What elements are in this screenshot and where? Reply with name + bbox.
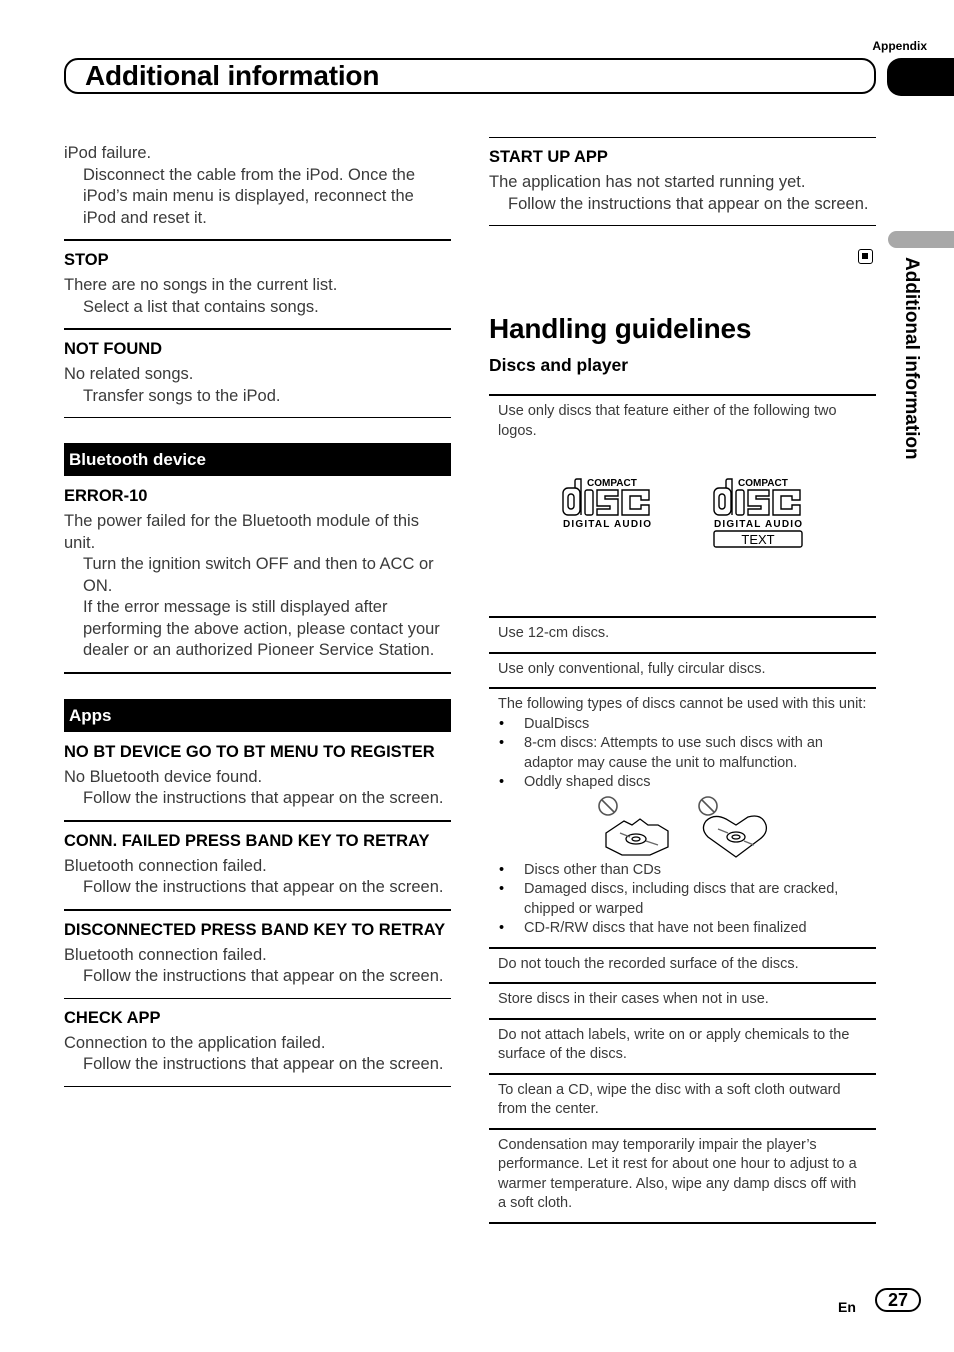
- list-item: Oddly shaped discs: [498, 773, 867, 793]
- entry-description: No Bluetooth device found.: [64, 767, 263, 786]
- handling-guidelines: Handling guidelines Discs and player: [489, 313, 876, 376]
- entry-description: There are no songs in the current list.: [64, 276, 338, 294]
- list-item: Damaged discs, including discs that are …: [498, 880, 867, 919]
- logo-digital-audio-text: DIGITAL AUDIO: [714, 519, 802, 530]
- entry-code: CONN. FAILED PRESS BAND KEY TO RETRAY: [64, 831, 430, 850]
- entry-action: Follow the instructions that appear on t…: [508, 194, 869, 213]
- divider: [64, 328, 451, 330]
- divider: [64, 239, 451, 241]
- side-tab-marker: [888, 231, 954, 248]
- guideline-item: Do not touch the recorded surface of the…: [498, 955, 799, 972]
- entry-code: DISCONNECTED PRESS BAND KEY TO RETRAY: [64, 920, 446, 939]
- entry-action: Follow the instructions that appear on t…: [83, 878, 444, 896]
- entry-description: iPod failure.: [64, 144, 152, 162]
- divider: [64, 1085, 451, 1087]
- logo-digital-audio-text: DIGITAL AUDIO: [563, 519, 651, 530]
- entry-code: STOP: [64, 251, 109, 269]
- entry-description: The power failed for the Bluetooth modul…: [64, 512, 419, 552]
- divider: [489, 225, 876, 226]
- guideline-item: Do not attach labels, write on or apply …: [498, 1026, 850, 1063]
- entry-action: Disconnect the cable from the iPod. Once…: [83, 165, 416, 227]
- odd-disc-illustrations: [498, 793, 867, 861]
- start-up-app-entry: START UP APP The application has not sta…: [489, 147, 876, 215]
- divider: [64, 819, 451, 822]
- divider: [489, 1221, 876, 1224]
- entry-description: Connection to the application failed.: [64, 1033, 326, 1052]
- stop-entry: STOP There are no songs in the current l…: [64, 250, 451, 318]
- entry-description: No related songs.: [64, 365, 194, 383]
- guideline-text: Use only discs that feature either of th…: [498, 403, 837, 439]
- error-10-entry: ERROR-10 The power failed for the Blueto…: [64, 486, 451, 662]
- logo-text-label: TEXT: [741, 532, 774, 547]
- entry-action: If the error message is still displayed …: [83, 598, 440, 659]
- guideline-text: The following types of discs cannot be u…: [498, 696, 867, 712]
- divider: [64, 908, 451, 911]
- app-entry: DISCONNECTED PRESS BAND KEY TO RETRAY Bl…: [64, 920, 451, 988]
- entry-action: Follow the instructions that appear on t…: [83, 789, 444, 807]
- list-item: Discs other than CDs: [498, 861, 867, 881]
- entry-action: Select a list that contains songs.: [83, 297, 319, 316]
- entry-action: Follow the instructions that appear on t…: [83, 1055, 444, 1073]
- divider: [64, 997, 451, 999]
- guideline-table: Use only discs that feature either of th…: [489, 394, 876, 1224]
- entry-description: Bluetooth connection failed.: [64, 856, 267, 875]
- entry-code: START UP APP: [489, 148, 608, 166]
- entry-action: Follow the instructions that appear on t…: [83, 967, 444, 985]
- list-item: DualDiscs: [498, 715, 867, 735]
- handling-title: Handling guidelines: [489, 313, 752, 344]
- divider: [64, 417, 451, 418]
- unusable-list-a: DualDiscs 8-cm discs: Attempts to use su…: [498, 715, 867, 793]
- logo-compact-text: COMPACT: [738, 478, 788, 489]
- entry-code: ERROR-10: [64, 487, 148, 505]
- guideline-item: Condensation may temporarily impair the …: [498, 1136, 857, 1212]
- app-entry: CONN. FAILED PRESS BAND KEY TO RETRAY Bl…: [64, 831, 451, 899]
- app-entry: CHECK APP Connection to the application …: [64, 1008, 451, 1076]
- list-item: CD-R/RW discs that have not been finaliz…: [498, 919, 867, 939]
- chapter-tab: [887, 58, 954, 96]
- list-item: 8-cm discs: Attempts to use such discs w…: [498, 734, 867, 773]
- guideline-logos: Use only discs that feature either of th…: [489, 396, 876, 616]
- unusable-list-b: Discs other than CDs Damaged discs, incl…: [498, 861, 867, 939]
- guideline-item: Use only conventional, fully circular di…: [498, 660, 766, 677]
- odd-shaped-disc-icon: [598, 795, 669, 856]
- discs-subtitle: Discs and player: [489, 355, 629, 375]
- entry-action: Transfer songs to the iPod.: [83, 386, 281, 405]
- compact-disc-text-logo: COMPACT DIGITAL AUDIO TEXT: [713, 478, 803, 548]
- divider: [489, 137, 876, 138]
- page-number: 27: [875, 1288, 921, 1312]
- entry-code: CHECK APP: [64, 1008, 161, 1027]
- heart-shaped-disc-icon: [698, 795, 768, 858]
- section-end-icon: [858, 249, 873, 264]
- guideline-unusable-discs: The following types of discs cannot be u…: [489, 689, 876, 947]
- section-heading-bluetooth: Bluetooth device: [64, 443, 451, 476]
- entry-action: Turn the ignition switch OFF and then to…: [83, 555, 434, 595]
- page-title: Additional information: [85, 60, 380, 91]
- entry-description: Bluetooth connection failed.: [64, 945, 267, 964]
- entry-description: The application has not started running …: [489, 173, 806, 191]
- right-column: START UP APP The application has not sta…: [489, 137, 876, 226]
- compact-disc-logo: COMPACT DIGITAL AUDIO: [562, 478, 651, 530]
- left-column: iPod failure. Disconnect the cable from …: [64, 143, 451, 1087]
- guideline-item: To clean a CD, wipe the disc with a soft…: [498, 1081, 841, 1118]
- language-label: En: [838, 1299, 856, 1315]
- section-title-bar: Additional information: [64, 58, 876, 94]
- appendix-label: Appendix: [872, 39, 927, 53]
- side-tab-label: Additional information: [901, 257, 922, 460]
- divider: [64, 671, 451, 674]
- entry-code: NO BT DEVICE GO TO BT MENU TO REGISTER: [64, 742, 435, 761]
- app-entry: NO BT DEVICE GO TO BT MENU TO REGISTER N…: [64, 742, 451, 810]
- ipod-failure-entry: iPod failure. Disconnect the cable from …: [64, 143, 451, 229]
- section-heading-apps: Apps: [64, 698, 451, 732]
- not-found-entry: NOT FOUND No related songs. Transfer son…: [64, 339, 451, 407]
- guideline-item: Store discs in their cases when not in u…: [498, 991, 769, 1007]
- entry-code: NOT FOUND: [64, 340, 163, 358]
- logo-compact-text: COMPACT: [587, 478, 637, 489]
- guideline-item: Use 12-cm discs.: [498, 625, 610, 641]
